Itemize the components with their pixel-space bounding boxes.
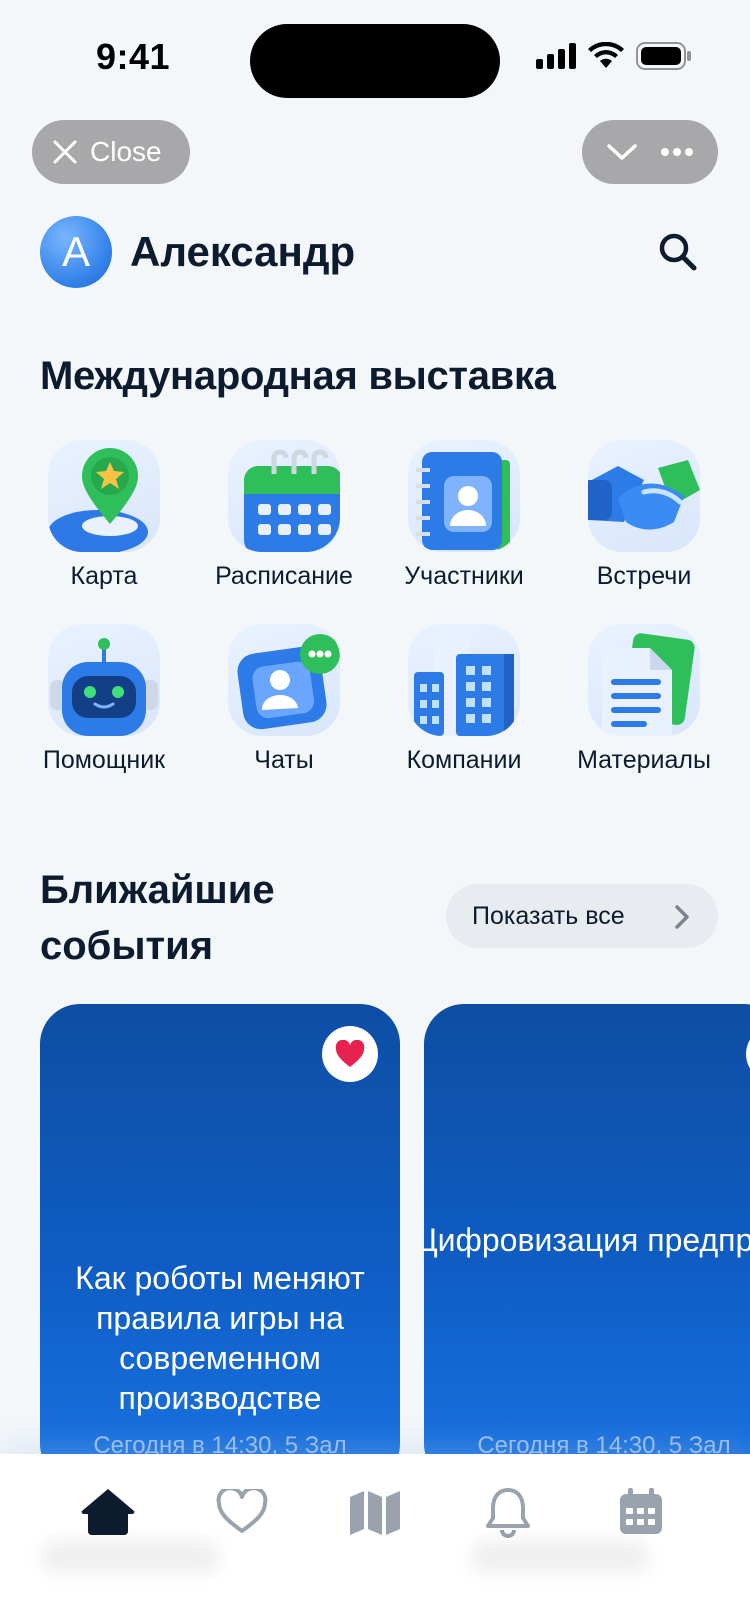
profile-header: А Александр [40, 216, 710, 288]
wifi-icon [588, 42, 624, 68]
event-card[interactable]: Как роботы меняют правила игры на соврем… [40, 1004, 400, 1484]
tile-schedule[interactable]: Расписание [194, 440, 374, 591]
show-all-label: Показать все [472, 901, 625, 930]
tile-meetings[interactable]: Встречи [554, 440, 734, 591]
tab-calendar[interactable] [609, 1480, 673, 1544]
tile-assistant[interactable]: Помощник [14, 624, 194, 775]
tab-map[interactable] [343, 1480, 407, 1544]
tile-label: Карта [70, 562, 138, 590]
calendar-icon [228, 440, 340, 552]
show-all-button[interactable]: Показать все [446, 884, 718, 948]
heart-filled-icon [335, 1040, 365, 1067]
tile-companies[interactable]: Компании [374, 624, 554, 775]
map-icon [350, 1491, 400, 1535]
tab-notifications[interactable] [476, 1480, 540, 1544]
more-icon[interactable] [660, 147, 694, 157]
status-time: 9:41 [96, 36, 171, 77]
tile-label: Чаты [254, 746, 314, 774]
close-icon [53, 140, 77, 164]
event-title: Цифровизация предприятий: системный подх… [424, 1222, 750, 1258]
tile-label: Помощник [42, 746, 166, 774]
events-title: Ближайшие события [40, 868, 275, 968]
buildings-icon [408, 624, 520, 736]
tile-chats[interactable]: Чаты [194, 624, 374, 775]
favorite-button[interactable] [746, 1026, 750, 1082]
signal-icon [536, 43, 576, 69]
tile-label: Расписание [215, 562, 353, 590]
close-label: Close [90, 136, 162, 167]
tile-label: Компании [406, 746, 522, 774]
contacts-book-icon [408, 440, 520, 552]
search-button[interactable] [656, 230, 700, 274]
close-button[interactable]: Close [32, 120, 190, 184]
chevron-right-icon [675, 905, 689, 929]
chevron-down-icon[interactable] [606, 142, 638, 162]
tab-bar [0, 1454, 750, 1624]
home-icon [81, 1489, 135, 1535]
calendar-icon [620, 1488, 662, 1534]
dynamic-island [250, 24, 500, 98]
tile-label: Материалы [577, 746, 711, 774]
search-icon [659, 233, 697, 271]
user-name: Александр [130, 228, 356, 275]
status-bar: 9:41 [0, 0, 750, 120]
tile-label: Встречи [596, 562, 692, 590]
favorite-button[interactable] [322, 1026, 378, 1082]
tile-participants[interactable]: Участники [374, 440, 554, 591]
blurred-indicator [40, 1540, 220, 1574]
map-pin-icon [48, 440, 160, 552]
heart-icon [216, 1489, 268, 1533]
avatar[interactable]: А [40, 216, 112, 288]
tile-map[interactable]: Карта [14, 440, 194, 591]
tile-label: Участники [404, 562, 524, 590]
robot-icon [48, 624, 160, 736]
mini-app-menu[interactable] [582, 120, 718, 184]
section-title: Международная выставка [40, 354, 556, 398]
tab-favorites[interactable] [210, 1480, 274, 1544]
documents-icon [588, 624, 700, 736]
tile-materials[interactable]: Материалы [554, 624, 734, 775]
bell-icon [486, 1488, 530, 1538]
chat-icon [228, 624, 340, 736]
handshake-icon [588, 440, 700, 552]
event-card[interactable]: Цифровизация предприятий: системный подх… [424, 1004, 750, 1484]
status-icons [536, 42, 692, 70]
event-title: Как роботы меняют правила игры на соврем… [75, 1260, 365, 1416]
battery-icon [636, 42, 691, 70]
tab-home[interactable] [76, 1480, 140, 1544]
blurred-indicator [470, 1540, 650, 1574]
